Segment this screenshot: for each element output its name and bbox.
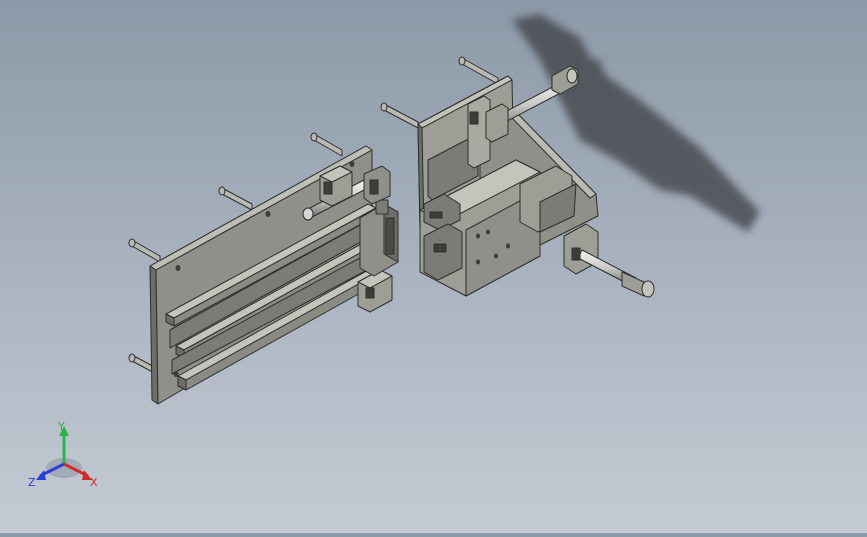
carriage-blocks [357,199,399,313]
assembly-model [128,14,760,405]
z-axis-label: Z [28,476,36,489]
x-axis-label: X [90,476,98,489]
y-axis-label: Y [57,420,65,433]
cad-3d-viewport[interactable]: Y X Z [0,0,867,533]
z-arrow-head [36,470,46,480]
triad-graphic: Y X Z [28,420,98,489]
left-mounting-plate-assembly[interactable] [128,132,399,405]
orientation-triad[interactable]: Y X Z [24,418,104,498]
